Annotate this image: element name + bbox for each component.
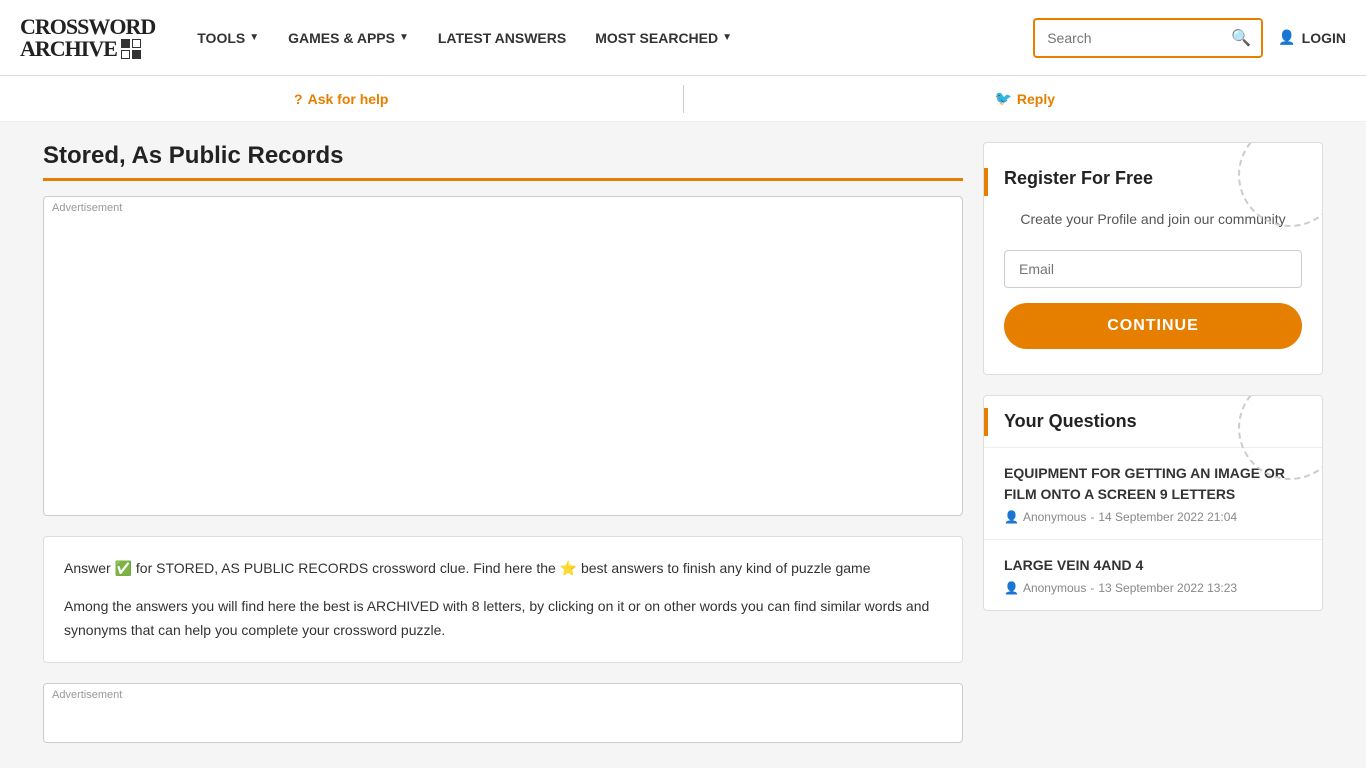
main-nav: TOOLS ▼ GAMES & APPS ▼ LATEST ANSWERS MO… [185,22,1033,54]
answer-block: Answer ✅ for STORED, AS PUBLIC RECORDS c… [43,536,963,663]
question-date-2: 13 September 2022 13:23 [1098,581,1237,595]
question-item-2: LARGE VEIN 4AND 4 👤 Anonymous - 13 Septe… [984,540,1322,610]
questions-title-bar [984,408,988,436]
ask-help-link[interactable]: ? Ask for help [294,91,388,107]
advertisement-block: Advertisement [43,196,963,516]
author-icon-2: 👤 [1004,581,1019,595]
search-button[interactable]: 🔍 [1221,20,1261,56]
continue-button[interactable]: CONTINUE [1004,303,1302,349]
left-column: Stored, As Public Records Advertisement … [43,142,963,743]
reply-area: 🐦 Reply [684,90,1366,107]
search-box: 🔍 [1033,18,1263,58]
email-field[interactable] [1004,250,1302,288]
ad-label-bottom: Advertisement [52,689,122,701]
question-link-1[interactable]: EQUIPMENT FOR GETTING AN IMAGE OR FILM O… [1004,463,1302,505]
question-author-2: Anonymous [1023,581,1086,595]
games-arrow: ▼ [399,32,409,43]
most-arrow: ▼ [722,32,732,43]
nav-latest[interactable]: LATEST ANSWERS [426,22,578,54]
nav-most-searched[interactable]: MOST SEARCHED ▼ [583,22,744,54]
logo-text-line2: ARCHIVE [20,38,117,60]
ask-help-area: ? Ask for help [0,91,683,107]
answer-paragraph-2: Among the answers you will find here the… [64,595,942,643]
question-date-1: 14 September 2022 21:04 [1098,510,1237,524]
nav-tools[interactable]: TOOLS ▼ [185,22,271,54]
register-card: Register For Free Create your Profile an… [983,142,1323,375]
author-icon-1: 👤 [1004,510,1019,524]
logo-text-line1: CROSSWORD [20,16,155,38]
header-right: 🔍 👤 LOGIN [1033,18,1346,58]
question-meta-1: 👤 Anonymous - 14 September 2022 21:04 [1004,510,1302,524]
ask-icon: ? [294,91,303,107]
login-button[interactable]: 👤 LOGIN [1278,29,1346,46]
register-title-bar [984,168,988,196]
nav-games[interactable]: GAMES & APPS ▼ [276,22,421,54]
header: CROSSWORD ARCHIVE TOOLS ▼ GAMES & APPS ▼… [0,0,1366,76]
questions-title: Your Questions [1004,411,1302,432]
question-item-1: EQUIPMENT FOR GETTING AN IMAGE OR FILM O… [984,448,1322,540]
main-content: Stored, As Public Records Advertisement … [23,142,1343,743]
logo[interactable]: CROSSWORD ARCHIVE [20,16,155,60]
search-input[interactable] [1035,22,1221,54]
reply-link[interactable]: 🐦 Reply [994,90,1055,107]
reply-icon: 🐦 [994,90,1011,107]
question-author-1: Anonymous [1023,510,1086,524]
right-column: Register For Free Create your Profile an… [983,142,1323,743]
tools-arrow: ▼ [249,32,259,43]
ad-label: Advertisement [52,202,122,214]
login-icon: 👤 [1278,29,1295,46]
page-title: Stored, As Public Records [43,142,963,170]
register-title: Register For Free [1004,168,1302,189]
question-meta-2: 👤 Anonymous - 13 September 2022 13:23 [1004,581,1302,595]
answer-paragraph-1: Answer ✅ for STORED, AS PUBLIC RECORDS c… [64,557,942,581]
sub-header: ? Ask for help 🐦 Reply [0,76,1366,122]
questions-header: Your Questions [984,396,1322,448]
advertisement-bottom: Advertisement [43,683,963,743]
question-link-2[interactable]: LARGE VEIN 4AND 4 [1004,555,1302,576]
title-underline [43,178,963,181]
register-description: Create your Profile and join our communi… [1004,209,1302,230]
questions-card: Your Questions EQUIPMENT FOR GETTING AN … [983,395,1323,611]
